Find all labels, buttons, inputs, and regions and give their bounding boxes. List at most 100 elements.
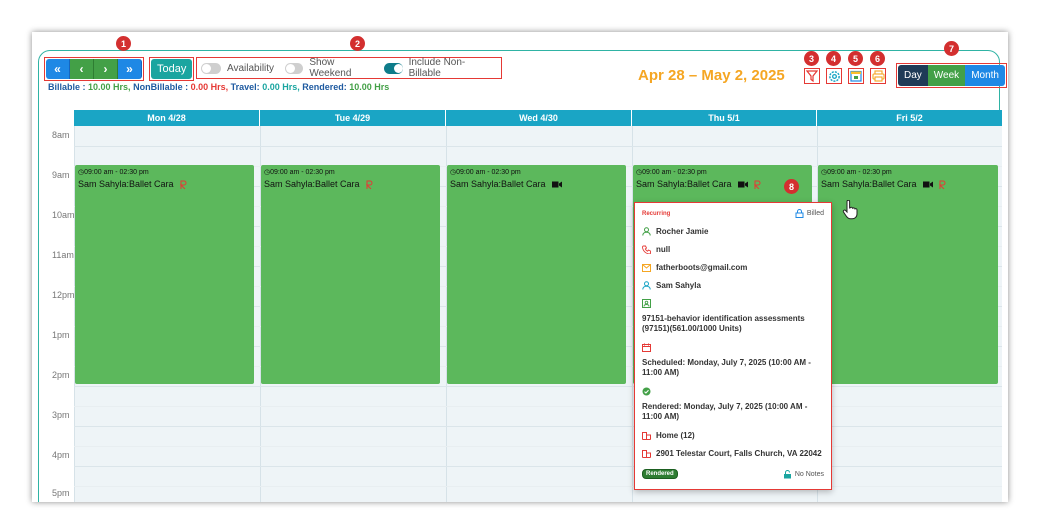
- hour-label: 5pm: [52, 488, 70, 498]
- include-non-billable-toggle[interactable]: Include Non-Billable: [384, 57, 490, 79]
- print-icon: [871, 70, 885, 82]
- callout-badge-8: 8: [784, 179, 799, 194]
- schedule-calendar-icon: [642, 343, 651, 352]
- service-value: 97151-behavior identification assessment…: [642, 314, 805, 333]
- event-title-row: Sam Sahyla:Ballet Cara: [264, 179, 437, 189]
- day-header-thu[interactable]: Thu 5/1: [632, 110, 816, 126]
- hour-label: 2pm: [52, 370, 70, 380]
- location-value: Home (12): [656, 431, 695, 440]
- event-card[interactable]: ◷09:00 am - 02:30 pm Sam Sahyla:Ballet C…: [261, 165, 440, 384]
- hours-column: 8am 9am 10am 11am 12pm 1pm 2pm 3pm 4pm 5…: [42, 110, 75, 502]
- first-page-button[interactable]: «: [46, 59, 70, 79]
- video-icon: [737, 181, 748, 188]
- half-hour-gridline: [74, 486, 1002, 487]
- scheduled-value: Scheduled: Monday, July 7, 2025 (10:00 A…: [642, 358, 811, 377]
- travel-value: 0.00 Hrs,: [262, 82, 300, 92]
- event-title-row: Sam Sahyla:Ballet Cara: [821, 179, 995, 189]
- event-time: ◷09:00 am - 02:30 pm: [264, 169, 335, 176]
- callout-badge-2: 2: [350, 36, 365, 51]
- event-card[interactable]: ◷09:00 am - 02:30 pm Sam Sahyla:Ballet C…: [447, 165, 626, 384]
- today-button[interactable]: Today: [151, 59, 193, 79]
- lock-icon: [795, 209, 804, 218]
- provider-row: Sam Sahyla: [642, 281, 824, 290]
- settings-icon: [828, 70, 840, 82]
- location-row: Home (12): [642, 431, 824, 440]
- calendar-icon: [850, 70, 862, 82]
- hand-pointer-icon: [842, 200, 858, 220]
- availability-switch[interactable]: [201, 62, 221, 74]
- hours-totals: Billable : 10.00 Hrs, NonBillable : 0.00…: [48, 82, 389, 92]
- print-button[interactable]: [870, 68, 886, 84]
- day-header-mon[interactable]: Mon 4/28: [74, 110, 259, 126]
- hour-label: 9am: [52, 170, 70, 180]
- email-row: fatherboots@gmail.com: [642, 263, 824, 272]
- settings-button[interactable]: [826, 68, 842, 84]
- travel-label: Travel:: [230, 82, 260, 92]
- week-view-button[interactable]: Week: [927, 65, 966, 86]
- filter-toggles: Availability Show Weekend Include Non-Bi…: [196, 57, 502, 79]
- hour-label: 12pm: [52, 290, 75, 300]
- notes-status[interactable]: No Notes: [783, 469, 824, 479]
- include-non-billable-switch[interactable]: [384, 62, 404, 74]
- hour-label: 8am: [52, 130, 70, 140]
- nonbillable-label: NonBillable :: [133, 82, 189, 92]
- day-header-fri[interactable]: Fri 5/2: [817, 110, 1002, 126]
- date-range-title: Apr 28 – May 2, 2025: [638, 67, 785, 84]
- half-hour-gridline: [74, 406, 1002, 407]
- event-title: Sam Sahyla:Ballet Cara: [78, 179, 174, 189]
- notes-lock-icon: [783, 469, 791, 478]
- address-building-icon: [642, 450, 651, 458]
- billable-value: 10.00 Hrs,: [88, 82, 131, 92]
- availability-toggle[interactable]: Availability: [201, 62, 275, 74]
- provider-name: Sam Sahyla: [656, 281, 701, 290]
- billable-label: Billable :: [48, 82, 86, 92]
- rendered-value: 10.00 Hrs: [349, 82, 390, 92]
- hour-gridline: [74, 386, 1002, 387]
- popup-footer: Rendered No Notes: [642, 469, 824, 479]
- recurring-icon: [753, 180, 761, 189]
- event-title: Sam Sahyla:Ballet Cara: [636, 179, 732, 189]
- callout-badge-3: 3: [804, 51, 819, 66]
- filter-button[interactable]: [804, 68, 820, 84]
- availability-label: Availability: [227, 62, 275, 74]
- scheduled-row: Scheduled: Monday, July 7, 2025 (10:00 A…: [642, 343, 824, 378]
- event-title-row: Sam Sahyla:Ballet Cara: [636, 179, 809, 189]
- day-header-wed[interactable]: Wed 4/30: [446, 110, 631, 126]
- last-page-button[interactable]: »: [118, 59, 142, 79]
- service-row: 97151-behavior identification assessment…: [642, 299, 824, 334]
- day-header-tue[interactable]: Tue 4/29: [260, 110, 445, 126]
- service-icon: [642, 299, 651, 308]
- video-icon: [551, 181, 562, 188]
- billed-status: Billed: [795, 209, 824, 218]
- rendered-label: Rendered:: [302, 82, 347, 92]
- hour-label: 4pm: [52, 450, 70, 460]
- phone-icon: [642, 245, 651, 254]
- include-non-billable-label: Include Non-Billable: [408, 57, 466, 79]
- callout-badge-4: 4: [826, 51, 841, 66]
- previous-button[interactable]: ‹: [70, 59, 94, 79]
- view-switcher: Day Week Month: [896, 63, 1007, 88]
- event-time: ◷09:00 am - 02:30 pm: [78, 169, 149, 176]
- recurring-label: Recurring: [642, 210, 671, 217]
- half-hour-gridline: [74, 446, 1002, 447]
- next-button[interactable]: ›: [94, 59, 118, 79]
- show-weekend-switch[interactable]: [285, 62, 304, 74]
- callout-badge-5: 5: [848, 51, 863, 66]
- event-time: ◷09:00 am - 02:30 pm: [821, 169, 892, 176]
- billed-label: Billed: [806, 210, 824, 217]
- event-card[interactable]: ◷09:00 am - 02:30 pm Sam Sahyla:Ballet C…: [818, 165, 998, 384]
- event-details-popup: Recurring Billed Rocher Jamie null fathe…: [634, 202, 832, 490]
- mail-icon: [642, 263, 651, 272]
- hour-label: 1pm: [52, 330, 70, 340]
- show-weekend-toggle[interactable]: Show Weekend: [285, 57, 373, 79]
- user-icon: [642, 227, 651, 236]
- day-view-button[interactable]: Day: [898, 65, 928, 86]
- calendar-button[interactable]: [848, 68, 864, 84]
- app-window: 1 « ‹ › » Today 2 Availability Show Week…: [32, 32, 1008, 502]
- event-title: Sam Sahyla:Ballet Cara: [264, 179, 360, 189]
- client-row: Rocher Jamie: [642, 227, 824, 236]
- calendar-grid: 8am 9am 10am 11am 12pm 1pm 2pm 3pm 4pm 5…: [42, 110, 1002, 502]
- event-title: Sam Sahyla:Ballet Cara: [821, 179, 917, 189]
- event-card[interactable]: ◷09:00 am - 02:30 pm Sam Sahyla:Ballet C…: [75, 165, 254, 384]
- month-view-button[interactable]: Month: [965, 65, 1005, 86]
